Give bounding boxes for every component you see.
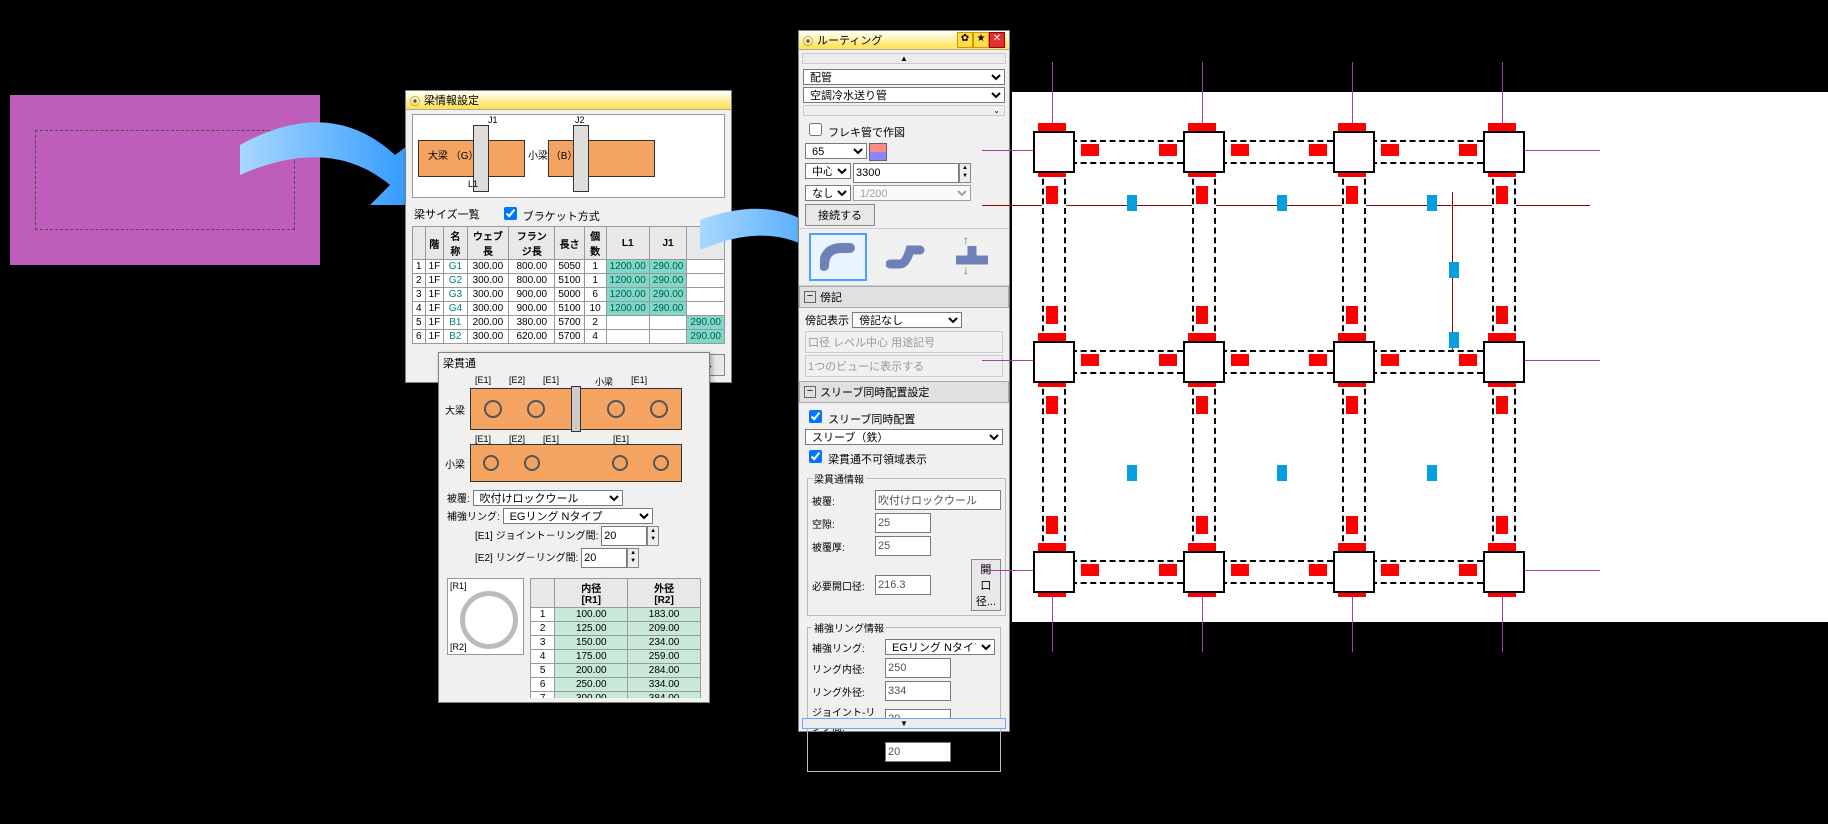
beam-penetration-dialog: 梁貫通 [E1][E2][E1]小梁[E1] 大梁 [E1][E2][E1][E… — [438, 352, 710, 703]
bp-e1-label: [E1] ジョイント－リング間: — [475, 531, 598, 542]
slope-select[interactable]: なし — [805, 185, 851, 201]
bp-ring-select[interactable]: EGリング Nタイプ — [503, 508, 653, 524]
bend-tool-icon[interactable] — [879, 233, 933, 277]
bp-e2-label: [E2] リング－リング間: — [475, 553, 578, 564]
sleeve-section-header[interactable]: −スリーブ同時配置設定 — [799, 381, 1009, 403]
bp-big-beam-elabels: [E1][E2][E1]小梁[E1] — [475, 375, 703, 388]
r-gap-label: 空隙: — [812, 516, 872, 531]
pipe-type-select[interactable]: 空調冷水送り管 — [803, 87, 1005, 103]
r-ring-od-value — [885, 681, 951, 701]
r-cover-label: 被覆: — [812, 493, 872, 508]
ratio-select[interactable]: 1/200 — [853, 185, 971, 201]
plan-drawing[interactable]: FL+3361 ～ FL+3544 — [1012, 92, 1600, 622]
spinner[interactable]: ▲▼ — [627, 548, 639, 568]
r-ring-label: 補強リング: — [812, 640, 882, 655]
beam-info-dialog: ⦿ 梁情報設定 大梁 （G） L1 J1 小梁 （B） J2 梁サイズ一覧 ブラ… — [405, 90, 732, 383]
ring-diagram: [R1] [R2] — [447, 578, 524, 655]
r-cover-value — [875, 490, 1001, 510]
gear-icon[interactable]: ✿ — [957, 32, 973, 48]
collapse-icon[interactable]: ⦿ — [410, 93, 420, 108]
r-thick-label: 被覆厚: — [812, 539, 872, 554]
bp-e1-input[interactable] — [601, 526, 647, 546]
bp-e2-input[interactable] — [581, 548, 627, 568]
r-ring-select[interactable]: EGリング Nタイプ — [885, 639, 995, 655]
elbow-tool-icon[interactable] — [809, 233, 867, 281]
bp-cover-select[interactable]: 吹付けロックウール — [473, 490, 623, 506]
bp-big-label: 大梁 — [445, 402, 470, 417]
spinner[interactable]: ▲▼ — [647, 526, 659, 546]
ring-table[interactable]: 内径 [R1]外径 [R2] 1100.00183.002125.00209.0… — [530, 578, 701, 698]
bp-ring-label: 補強リング: — [447, 512, 500, 523]
close-icon[interactable]: ✕ — [989, 32, 1005, 48]
expand-down[interactable]: ▼ — [802, 718, 1006, 729]
size-list-label: 梁サイズ一覧 — [414, 206, 480, 222]
r-ringgap-label: リング-リング間: — [812, 737, 882, 767]
r-ringgap-value — [885, 742, 951, 762]
routing-titlebar[interactable]: ⦿ ルーティング ✿ ★ ✕ — [799, 31, 1009, 50]
r-req-label: 必要開口径: — [812, 578, 872, 593]
bp-small-beam-graphic — [470, 444, 682, 482]
star-icon[interactable]: ★ — [973, 32, 989, 48]
r-ring-id-value — [885, 658, 951, 678]
beam-diagram: 大梁 （G） L1 J1 小梁 （B） J2 — [412, 114, 725, 198]
sleeve-type-select[interactable]: スリーブ（鉄） — [805, 429, 1003, 445]
canvas-extension — [1600, 92, 1828, 622]
beam-info-group-label: 梁貫通情報 — [812, 471, 866, 486]
bp-big-beam-graphic — [470, 388, 682, 430]
connect-button[interactable]: 接続する — [805, 204, 875, 226]
bracket-checkbox[interactable]: ブラケット方式 — [500, 204, 600, 224]
bp-small-label: 小梁 — [445, 456, 470, 471]
anno-display-select[interactable]: 傍記なし — [852, 312, 962, 328]
anno-disabled-1: 口径 レベル中心 用途記号 — [805, 331, 1003, 353]
calc-grid-icon[interactable] — [869, 143, 887, 161]
category-select[interactable]: 配管 — [803, 69, 1005, 85]
opening-button[interactable]: 開口径... — [971, 559, 1001, 611]
r-req-value — [875, 575, 931, 595]
anno-disabled-2: 1つのビューに表示する — [805, 355, 1003, 377]
ring-info-group-label: 補強リング情報 — [812, 620, 886, 635]
anno-section-header[interactable]: −傍記 — [799, 286, 1009, 308]
small-beam-label: 小梁 （B） — [528, 147, 577, 162]
sleeve-checkbox[interactable]: スリーブ同時配置 — [805, 414, 915, 426]
big-beam-label: 大梁 （G） — [428, 147, 479, 162]
sub-expand[interactable]: ⌄ — [803, 105, 1005, 116]
routing-title-text: ルーティング — [817, 32, 882, 48]
r-ring-od-label: リング外径: — [812, 684, 882, 699]
beam-size-table[interactable]: 階名称ウェブ長フランジ長長さ個数L1J1J2 11FG1300.00800.00… — [412, 226, 725, 344]
j1-label: J1 — [488, 115, 498, 125]
routing-panel: ⦿ ルーティング ✿ ★ ✕ ▲ 配管 空調冷水送り管 ⌄ フレキ管で作図 65… — [798, 30, 1010, 732]
r-gap-value — [875, 513, 931, 533]
beam-area-checkbox[interactable]: 梁貫通不可領域表示 — [805, 454, 927, 466]
r-ring-id-label: リング内径: — [812, 661, 882, 676]
bp-title: 梁貫通 — [439, 353, 709, 373]
bp-cover-label: 被覆: — [447, 494, 470, 505]
size-select[interactable]: 65 — [805, 143, 867, 159]
spinner[interactable]: ▲▼ — [959, 163, 971, 183]
flex-checkbox[interactable]: フレキ管で作図 — [805, 127, 905, 139]
beam-info-titlebar[interactable]: ⦿ 梁情報設定 — [406, 91, 731, 110]
title-text: 梁情報設定 — [424, 92, 479, 108]
expand-up[interactable]: ▲ — [802, 53, 1006, 64]
tee-tool-icon[interactable]: ↑ ↓ — [945, 233, 999, 277]
collapse-icon[interactable]: ⦿ — [803, 33, 813, 48]
align-select[interactable]: 中心 — [805, 163, 851, 179]
anno-display-label: 傍記表示 — [805, 315, 849, 327]
height-input[interactable] — [853, 163, 959, 183]
l1-label: L1 — [468, 179, 478, 189]
r-thick-value — [875, 536, 931, 556]
j2-label: J2 — [575, 115, 585, 125]
bp-small-beam-elabels: [E1][E2][E1][E1] — [475, 434, 703, 444]
